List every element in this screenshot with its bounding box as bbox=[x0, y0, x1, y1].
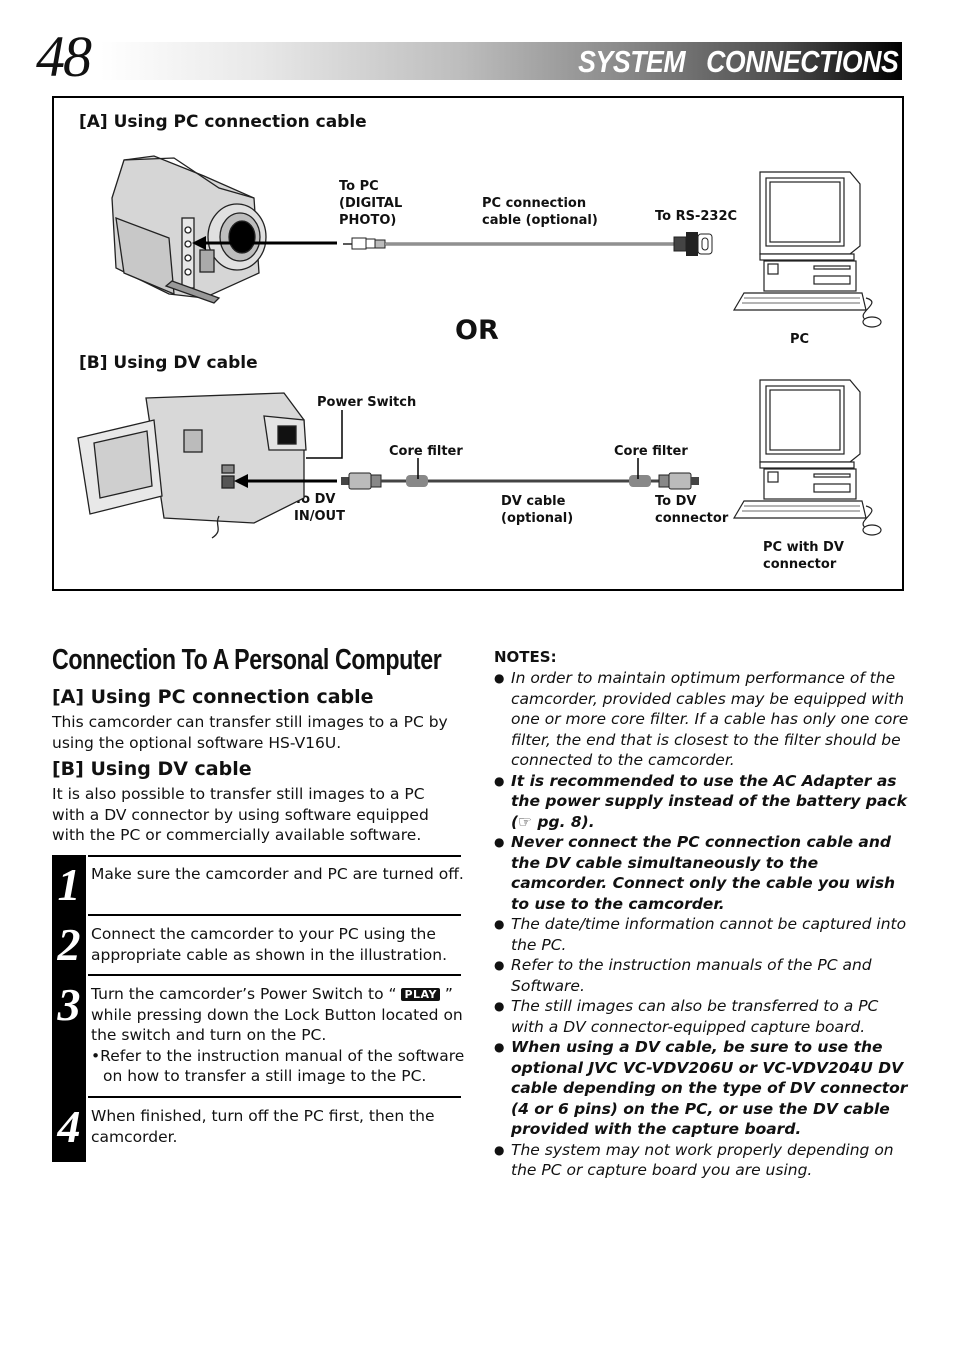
desktop-pc-icon bbox=[732, 171, 882, 328]
step-4-text: When finished, turn off the PC first, th… bbox=[91, 1107, 435, 1146]
step-2-text: Connect the camcorder to your PC using t… bbox=[91, 925, 447, 964]
step-3-text: Turn the camcorder’s Power Switch to “ P… bbox=[91, 985, 465, 1086]
step-1-text: Make sure the camcorder and PC are turne… bbox=[91, 865, 464, 883]
note-item: The system may not work properly dependi… bbox=[494, 1140, 910, 1181]
step-divider bbox=[88, 914, 461, 916]
dv-plug-icon bbox=[341, 472, 382, 490]
paragraph-b: It is also possible to transfer still im… bbox=[52, 785, 429, 844]
step-number: 2 bbox=[57, 919, 81, 970]
dv-plug-icon bbox=[658, 472, 699, 490]
step-divider bbox=[88, 974, 461, 976]
paragraph-a: This camcorder can transfer still images… bbox=[52, 713, 448, 752]
step-number: 3 bbox=[57, 979, 81, 1030]
camcorder-lcd-open-icon bbox=[77, 392, 307, 539]
core-filter-icon bbox=[629, 458, 651, 487]
subheading-b: [B] Using DV cable bbox=[52, 758, 252, 780]
step-divider bbox=[88, 855, 461, 857]
note-item: It is recommended to use the AC Adapter … bbox=[494, 771, 910, 833]
notes-heading: NOTES: bbox=[494, 648, 557, 666]
step-divider bbox=[88, 1096, 461, 1098]
step-number: 4 bbox=[57, 1101, 81, 1152]
section-title: SYSTEM CONNECTIONS bbox=[577, 44, 899, 79]
note-item: Refer to the instruction manuals of the … bbox=[494, 955, 910, 996]
desktop-pc-icon bbox=[732, 379, 882, 536]
connection-diagram: [A] Using PC connection cable [B] Using … bbox=[52, 96, 904, 591]
subheading-a: [A] Using PC connection cable bbox=[52, 686, 374, 708]
diagram-illustration bbox=[77, 155, 882, 539]
camcorder-icon bbox=[111, 155, 267, 304]
notes-list: In order to maintain optimum performance… bbox=[494, 668, 910, 1181]
note-item: The date/time information cannot be capt… bbox=[494, 914, 910, 955]
step-3-sub-bullet: •Refer to the instruction manual of the … bbox=[91, 1046, 465, 1086]
mini-plug-icon bbox=[343, 237, 386, 250]
note-item: When using a DV cable, be sure to use th… bbox=[494, 1037, 910, 1140]
note-item: The still images can also be transferred… bbox=[494, 996, 910, 1037]
core-filter-icon bbox=[406, 458, 428, 487]
rs232-connector-icon bbox=[673, 232, 713, 256]
note-item: Never connect the PC connection cable an… bbox=[494, 832, 910, 914]
main-title: Connection To A Personal Computer bbox=[52, 644, 442, 676]
page-number: 48 bbox=[36, 24, 92, 89]
play-mode-badge: PLAY bbox=[401, 988, 440, 1001]
note-item: In order to maintain optimum performance… bbox=[494, 668, 910, 771]
step-number: 1 bbox=[57, 859, 81, 910]
